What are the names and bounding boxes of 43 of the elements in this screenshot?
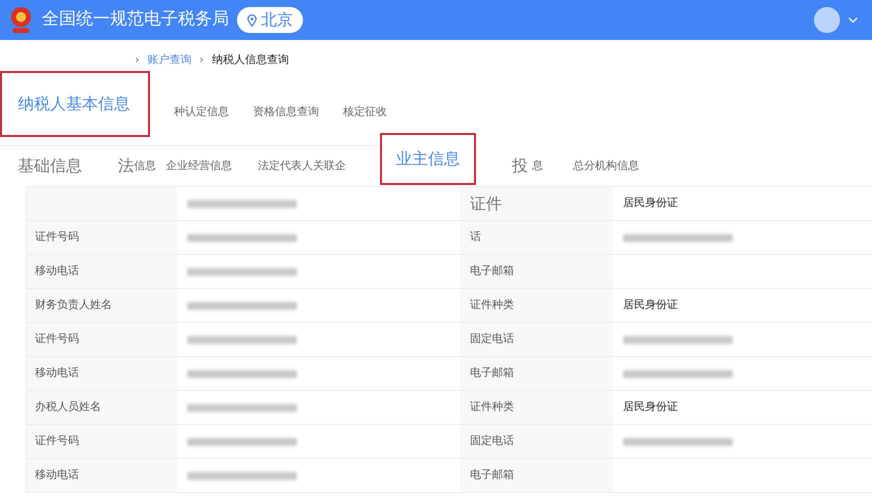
field-label: 电子邮箱 — [470, 365, 514, 382]
tab[interactable]: 法定代表人关联企 — [258, 158, 346, 174]
tab[interactable]: 基础信息 — [18, 154, 82, 178]
breadcrumb-separator: › — [199, 52, 204, 68]
tab[interactable]: 投 — [512, 154, 528, 178]
field-value: 居民身份证 — [623, 195, 678, 212]
emblem-icon — [8, 5, 34, 35]
tab[interactable]: 企业经营信息 — [166, 158, 232, 174]
tab[interactable]: 核定征收 — [343, 104, 387, 121]
tab[interactable]: 法 — [118, 154, 134, 178]
chevron-down-icon[interactable] — [848, 16, 858, 23]
field-label: 电子邮箱 — [470, 467, 514, 484]
field-label: 证件种类 — [470, 399, 514, 416]
site-title: 全国统一规范电子税务局 — [42, 8, 229, 32]
field-label: 证件号码 — [35, 331, 79, 348]
field-label: 移动电话 — [35, 263, 79, 280]
breadcrumb-separator: › — [135, 52, 140, 68]
tab[interactable]: 资格信息查询 — [253, 104, 319, 121]
field-label: 财务负责人姓名 — [35, 297, 112, 314]
field-value: 居民身份证 — [623, 399, 678, 416]
field-label: 证件号码 — [35, 229, 79, 246]
breadcrumb-current: 纳税人信息查询 — [212, 52, 289, 68]
field-label: 固定电话 — [470, 331, 514, 348]
field-label: 办税人员姓名 — [35, 399, 101, 416]
location-pin-icon — [247, 14, 257, 26]
field-label: 证件 — [470, 192, 502, 214]
field-label: 证件号码 — [35, 433, 79, 450]
avatar-icon[interactable] — [814, 7, 840, 33]
field-label: 话 — [470, 229, 481, 246]
tab[interactable]: 纳税人基本信息 — [0, 70, 150, 136]
tab[interactable]: 总分机构信息 — [573, 158, 639, 174]
field-label: 电子邮箱 — [470, 263, 514, 280]
breadcrumb-link[interactable]: 账户查询 — [147, 52, 192, 68]
tab[interactable]: 信息 — [134, 158, 156, 174]
field-label: 移动电话 — [35, 467, 79, 484]
tab[interactable]: 种认定信息 — [174, 104, 229, 121]
tab[interactable]: 息 — [532, 158, 543, 174]
field-label: 移动电话 — [35, 365, 79, 382]
tab[interactable]: 业主信息 — [380, 133, 476, 185]
field-label: 证件种类 — [470, 297, 514, 314]
field-value: 居民身份证 — [623, 297, 678, 314]
field-label: 固定电话 — [470, 433, 514, 450]
location-selector[interactable]: 北京 — [237, 7, 303, 33]
